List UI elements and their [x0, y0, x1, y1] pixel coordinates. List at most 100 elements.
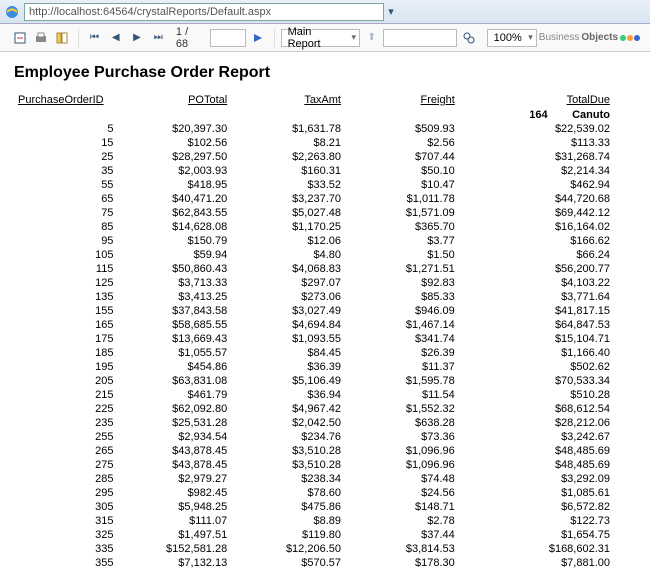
cell: $168,602.31: [459, 542, 614, 556]
cell: 235: [14, 416, 117, 430]
cell: $102.56: [117, 136, 231, 150]
cell: $1,654.75: [459, 528, 614, 542]
main-report-dropdown[interactable]: Main Report: [281, 29, 361, 47]
last-page-button[interactable]: ⏭: [149, 28, 168, 48]
cell: $1,631.78: [231, 122, 345, 136]
cell: $4,103.22: [459, 276, 614, 290]
cell: $68,612.54: [459, 402, 614, 416]
cell: $462.94: [459, 178, 614, 192]
first-page-button[interactable]: ⏮: [85, 28, 104, 48]
cell: 175: [14, 332, 117, 346]
cell: $178.30: [345, 556, 459, 569]
cell: $3,242.67: [459, 430, 614, 444]
cell: 125: [14, 276, 117, 290]
cell: $16,164.02: [459, 220, 614, 234]
cell: $2,214.34: [459, 164, 614, 178]
main-report-label: Main Report: [288, 26, 346, 50]
header-row: PurchaseOrderID POTotal TaxAmt Freight T…: [14, 92, 614, 108]
col-totaldue: TotalDue: [459, 92, 614, 108]
zoom-dropdown[interactable]: 100%: [487, 29, 537, 47]
search-button[interactable]: [459, 28, 478, 48]
table-row: 5$20,397.30$1,631.78$509.93$22,539.02: [14, 122, 614, 136]
group-name: Canuto: [572, 109, 610, 121]
cell: $41,817.15: [459, 304, 614, 318]
cell: $3,027.49: [231, 304, 345, 318]
table-row: 335$152,581.28$12,206.50$3,814.53$168,60…: [14, 542, 614, 556]
cell: $66.24: [459, 248, 614, 262]
cell: $475.86: [231, 500, 345, 514]
cell: 5: [14, 122, 117, 136]
cell: $3,413.25: [117, 290, 231, 304]
cell: $12,206.50: [231, 542, 345, 556]
cell: $10.47: [345, 178, 459, 192]
table-row: 135$3,413.25$273.06$85.33$3,771.64: [14, 290, 614, 304]
cell: 75: [14, 206, 117, 220]
url-dropdown-icon[interactable]: ▾: [384, 5, 398, 18]
search-input[interactable]: [383, 29, 457, 47]
cell: $33.52: [231, 178, 345, 192]
table-row: 215$461.79$36.94$11.54$510.28: [14, 388, 614, 402]
cell: $84.45: [231, 346, 345, 360]
cell: 335: [14, 542, 117, 556]
prev-page-button[interactable]: ◀: [106, 28, 125, 48]
cell: $3.77: [345, 234, 459, 248]
cell: $152,581.28: [117, 542, 231, 556]
table-row: 285$2,979.27$238.34$74.48$3,292.09: [14, 472, 614, 486]
cell: 105: [14, 248, 117, 262]
cell: 195: [14, 360, 117, 374]
next-page-button[interactable]: ▶: [127, 28, 146, 48]
cell: 35: [14, 164, 117, 178]
cell: $62,843.55: [117, 206, 231, 220]
cell: $3,510.28: [231, 458, 345, 472]
cell: $1,166.40: [459, 346, 614, 360]
cell: $1,497.51: [117, 528, 231, 542]
cell: $85.33: [345, 290, 459, 304]
goto-page-input[interactable]: [210, 29, 246, 47]
col-purchaseorderid: PurchaseOrderID: [14, 92, 117, 108]
cell: 255: [14, 430, 117, 444]
url-text: http://localhost:64564/crystalReports/De…: [29, 6, 271, 18]
cell: $69,442.12: [459, 206, 614, 220]
cell: $150.79: [117, 234, 231, 248]
cell: 185: [14, 346, 117, 360]
cell: $56,200.77: [459, 262, 614, 276]
cell: 55: [14, 178, 117, 192]
goto-page-button[interactable]: [248, 28, 267, 48]
url-input[interactable]: http://localhost:64564/crystalReports/De…: [24, 3, 384, 21]
cell: $119.80: [231, 528, 345, 542]
print-button[interactable]: [31, 28, 50, 48]
cell: $570.57: [231, 556, 345, 569]
cell: $3,771.64: [459, 290, 614, 304]
cell: $12.06: [231, 234, 345, 248]
cell: $7,132.13: [117, 556, 231, 569]
cell: $707.44: [345, 150, 459, 164]
cell: $234.76: [231, 430, 345, 444]
cell: $113.33: [459, 136, 614, 150]
cell: $2.56: [345, 136, 459, 150]
cell: $461.79: [117, 388, 231, 402]
table-row: 235$25,531.28$2,042.50$638.28$28,212.06: [14, 416, 614, 430]
cell: $8.21: [231, 136, 345, 150]
cell: $13,669.43: [117, 332, 231, 346]
cell: 15: [14, 136, 117, 150]
cell: $37,843.58: [117, 304, 231, 318]
cell: $2,003.93: [117, 164, 231, 178]
table-row: 315$111.07$8.89$2.78$122.73: [14, 514, 614, 528]
report-viewport[interactable]: Employee Purchase Order Report PurchaseO…: [0, 52, 650, 569]
cell: 265: [14, 444, 117, 458]
cell: $1,571.09: [345, 206, 459, 220]
cell: $341.74: [345, 332, 459, 346]
cell: $502.62: [459, 360, 614, 374]
cell: $50,860.43: [117, 262, 231, 276]
table-row: 155$37,843.58$3,027.49$946.09$41,817.15: [14, 304, 614, 318]
cell: 65: [14, 192, 117, 206]
toggle-tree-button[interactable]: [53, 28, 72, 48]
export-button[interactable]: [10, 28, 29, 48]
cell: $62,092.80: [117, 402, 231, 416]
cell: $510.28: [459, 388, 614, 402]
table-row: 175$13,669.43$1,093.55$341.74$15,104.71: [14, 332, 614, 346]
cell: 315: [14, 514, 117, 528]
report-toolbar: ⏮ ◀ ▶ ⏭ 1 / 68 Main Report ⬆ 100% Busine…: [0, 24, 650, 52]
cell: 225: [14, 402, 117, 416]
cell: $43,878.45: [117, 444, 231, 458]
